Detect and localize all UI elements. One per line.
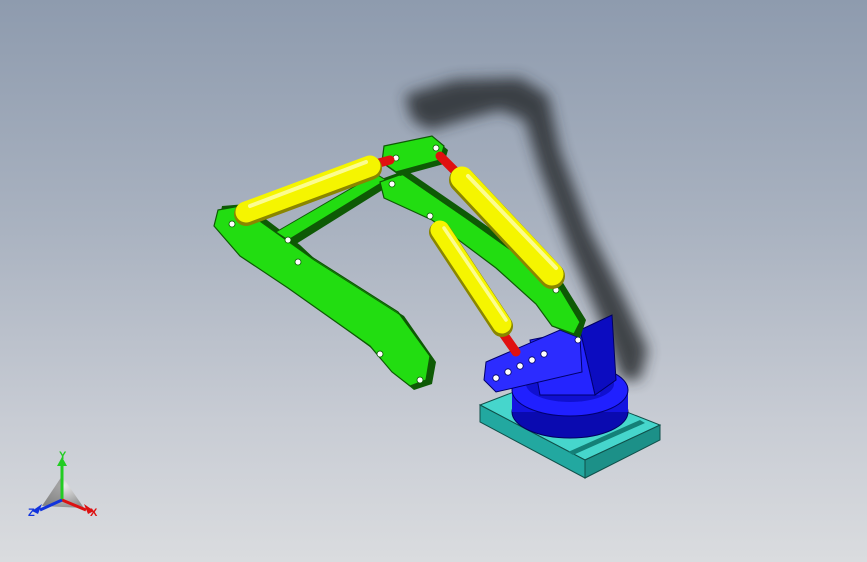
- cad-viewport[interactable]: Y X Z: [0, 0, 867, 562]
- y-axis-label: Y: [59, 450, 67, 462]
- forearm-link[interactable]: [213, 204, 436, 390]
- orientation-triad[interactable]: Y X Z: [28, 450, 98, 519]
- z-axis-label: Z: [28, 507, 35, 519]
- x-axis-label: X: [90, 507, 98, 519]
